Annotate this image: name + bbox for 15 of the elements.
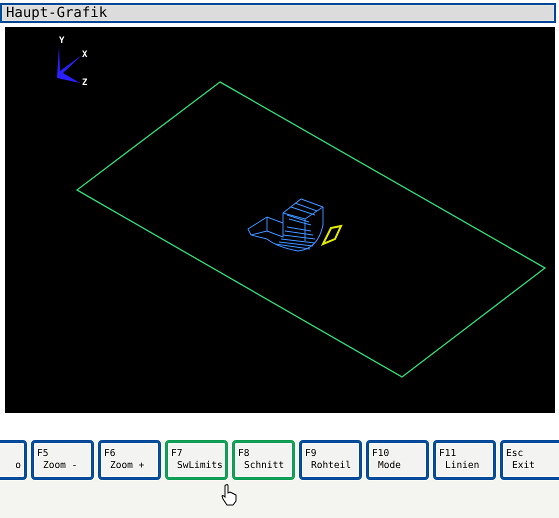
axis-label: Y [59,36,64,46]
function-key-button[interactable]: F5 Zoom - [31,440,94,480]
window-title: Haupt-Grafik [0,3,556,23]
function-key-button[interactable]: Esc Exit [500,440,559,480]
function-key-button[interactable]: o [0,440,27,480]
hand-cursor-icon [221,484,237,506]
axis-label: Z [82,78,88,88]
function-key-button[interactable]: F10 Mode [366,440,429,480]
marker-rhombus-icon [320,224,343,246]
function-key-button[interactable]: F11 Linien [433,440,496,480]
function-key-button[interactable]: F9 Rohteil [299,440,362,480]
function-key-button[interactable]: F6 Zoom + [98,440,161,480]
function-key-button[interactable]: F7 SwLimits [165,440,228,480]
axis-label: X [82,50,88,60]
function-key-button[interactable]: F8 Schnitt [232,440,295,480]
